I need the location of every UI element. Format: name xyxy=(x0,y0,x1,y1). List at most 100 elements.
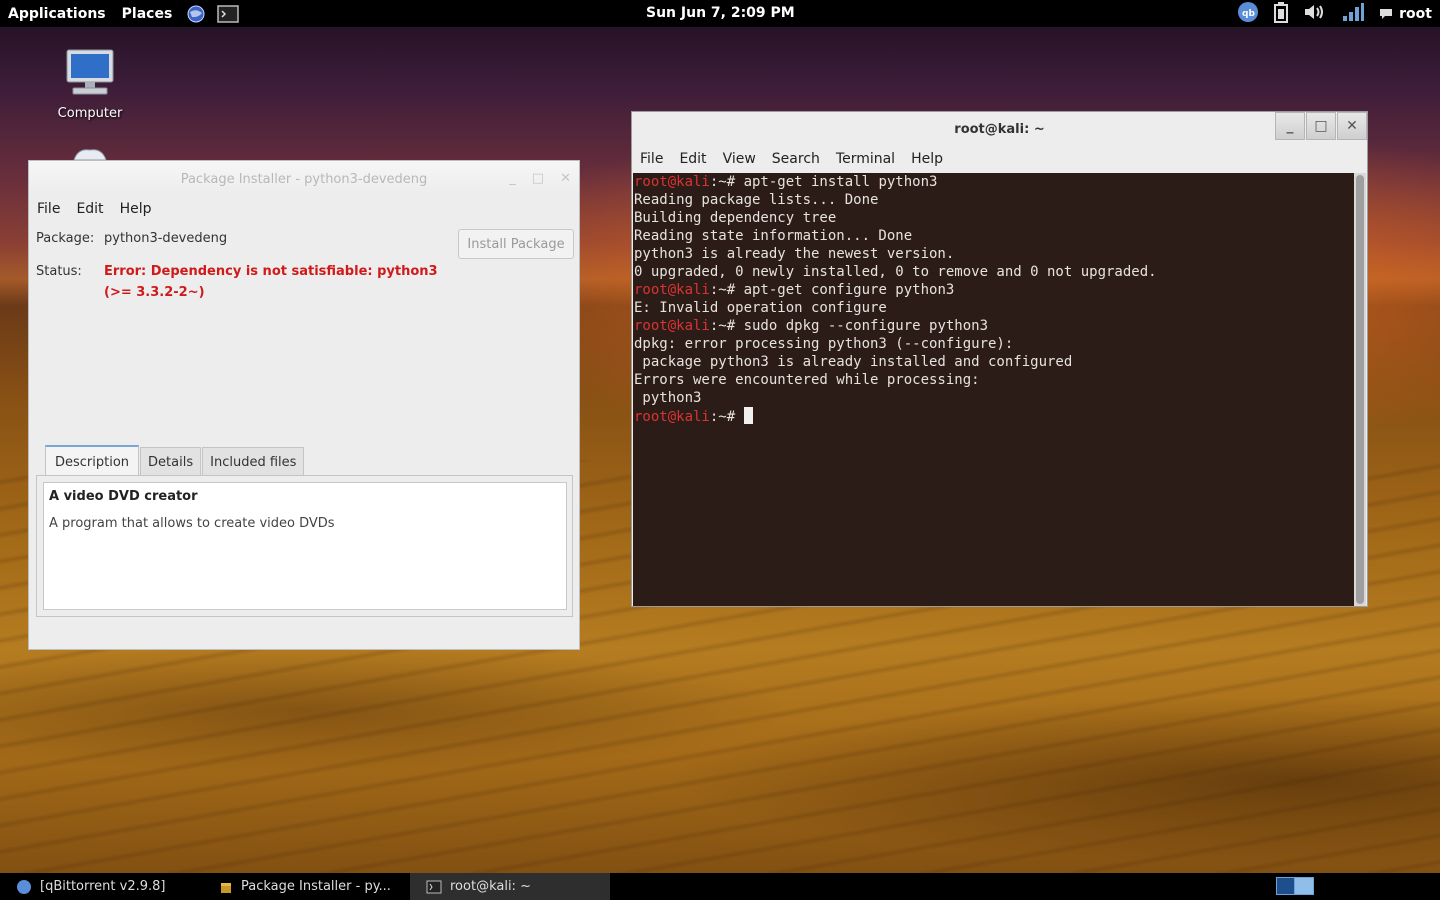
qbittorrent-tray-icon[interactable]: qb xyxy=(1237,1,1259,27)
menu-view[interactable]: View xyxy=(723,151,756,167)
terminal-line: Errors were encountered while processing… xyxy=(634,371,1355,389)
menu-edit[interactable]: Edit xyxy=(679,151,706,167)
menu-help[interactable]: Help xyxy=(120,201,152,217)
terminal-window: root@kali: ~ _ □ ✕ File Edit View Search… xyxy=(631,111,1368,607)
scrollbar-thumb[interactable] xyxy=(1356,175,1364,604)
terminal-line: python3 is already the newest version. xyxy=(634,245,1355,263)
prompt-user: root@kali xyxy=(634,174,710,190)
terminal-line: Reading package lists... Done xyxy=(634,191,1355,209)
description-title: A video DVD creator xyxy=(49,489,198,504)
home-folder-icon xyxy=(73,149,107,161)
terminal-line: root@kali:~# xyxy=(634,407,1355,426)
terminal-title: root@kali: ~ xyxy=(954,121,1045,137)
tab-panel: A video DVD creator A program that allow… xyxy=(36,475,573,617)
terminal-output[interactable]: root@kali:~# apt-get install python3 Read… xyxy=(633,173,1355,606)
terminal-line-text: dpkg: error processing python3 (--config… xyxy=(634,336,1014,352)
status-message: Error: Dependency is not satisfiable: py… xyxy=(104,261,438,303)
taskbar-label: root@kali: ~ xyxy=(450,879,531,894)
desktop-icon-label: Computer xyxy=(57,106,123,121)
svg-text:qb: qb xyxy=(1242,9,1255,19)
tab-included-files[interactable]: Included files xyxy=(202,447,305,477)
taskbar-item-package-installer[interactable]: Package Installer - py... xyxy=(203,873,408,900)
menu-edit[interactable]: Edit xyxy=(76,201,103,217)
status-error-line-1: Error: Dependency is not satisfiable: py… xyxy=(104,264,438,279)
status-label: Status: xyxy=(36,264,82,279)
terminal-line-text: sudo dpkg --configure python3 xyxy=(743,318,989,334)
tab-description[interactable]: Description xyxy=(45,445,140,477)
battery-icon[interactable] xyxy=(1273,1,1289,27)
terminal-cursor xyxy=(743,407,753,424)
prompt-suffix: :~# xyxy=(709,409,744,425)
user-menu[interactable]: root xyxy=(1379,6,1432,22)
taskbar-item-qbittorrent[interactable]: [qBittorrent v2.9.8] xyxy=(0,873,200,900)
workspace-1[interactable] xyxy=(1276,877,1296,895)
workspace-2[interactable] xyxy=(1294,877,1314,895)
qbittorrent-icon xyxy=(17,879,31,894)
desktop-icon-computer[interactable]: Computer xyxy=(50,48,130,121)
terminal-line: dpkg: error processing python3 (--config… xyxy=(634,335,1355,353)
terminal-line-text: 0 upgraded, 0 newly installed, 0 to remo… xyxy=(634,264,1157,280)
description-body: A program that allows to create video DV… xyxy=(49,516,335,531)
terminal-line: 0 upgraded, 0 newly installed, 0 to remo… xyxy=(634,263,1355,281)
terminal-line-text: python3 xyxy=(634,390,702,406)
minimize-icon[interactable]: _ xyxy=(509,171,516,186)
menu-terminal[interactable]: Terminal xyxy=(836,151,895,167)
prompt-user: root@kali xyxy=(634,282,710,298)
menu-file[interactable]: File xyxy=(37,201,60,217)
desktop-icon-partial[interactable] xyxy=(72,148,108,161)
terminal-line: python3 xyxy=(634,389,1355,407)
taskbar-label: Package Installer - py... xyxy=(241,879,391,894)
status-error-line-2: (>= 3.3.2-2~) xyxy=(104,285,205,300)
maximize-icon[interactable]: □ xyxy=(532,171,544,186)
terminal-line-text: apt-get configure python3 xyxy=(743,282,955,298)
web-browser-icon[interactable] xyxy=(185,3,207,25)
terminal-scrollbar[interactable] xyxy=(1354,173,1366,606)
terminal-line-text: Reading package lists... Done xyxy=(634,192,879,208)
terminal-menu-bar: File Edit View Search Terminal Help xyxy=(632,146,1367,172)
prompt-user: root@kali xyxy=(634,318,710,334)
taskbar-label: [qBittorrent v2.9.8] xyxy=(40,879,166,894)
prompt-user: root@kali xyxy=(634,409,710,425)
close-icon[interactable]: ✕ xyxy=(1337,112,1367,140)
terminal-line-text: Errors were encountered while processing… xyxy=(634,372,980,388)
package-installer-window: Package Installer - python3-devedeng _ □… xyxy=(28,160,580,650)
system-tray: qb root xyxy=(1237,0,1440,27)
terminal-line: Reading state information... Done xyxy=(634,227,1355,245)
window-title: Package Installer - python3-devedeng xyxy=(180,171,428,187)
terminal-line-text: package python3 is already installed and… xyxy=(634,354,1073,370)
terminal-icon xyxy=(426,880,442,893)
chat-bubble-icon xyxy=(1380,8,1393,19)
terminal-line-text: Building dependency tree xyxy=(634,210,837,226)
places-menu[interactable]: Places xyxy=(114,6,181,22)
package-label: Package: xyxy=(36,231,95,246)
terminal-line-text: Reading state information... Done xyxy=(634,228,913,244)
applications-menu[interactable]: Applications xyxy=(0,6,114,22)
minimize-icon[interactable]: _ xyxy=(1275,112,1305,140)
terminal-titlebar[interactable]: root@kali: ~ _ □ ✕ xyxy=(632,112,1367,146)
maximize-icon[interactable]: □ xyxy=(1306,112,1336,140)
taskbar-item-terminal[interactable]: root@kali: ~ xyxy=(410,873,610,900)
menu-help[interactable]: Help xyxy=(911,151,943,167)
terminal-launcher-icon[interactable] xyxy=(217,3,240,25)
terminal-line-text: apt-get install python3 xyxy=(743,174,938,190)
terminal-line: E: Invalid operation configure xyxy=(634,299,1355,317)
terminal-line: root@kali:~# sudo dpkg --configure pytho… xyxy=(634,317,1355,335)
prompt-suffix: :~# xyxy=(709,174,744,190)
menu-bar: File Edit Help xyxy=(29,197,579,221)
network-signal-icon[interactable] xyxy=(1341,2,1365,26)
tab-details[interactable]: Details xyxy=(140,447,202,477)
terminal-line: root@kali:~# apt-get install python3 xyxy=(634,173,1355,191)
clock[interactable]: Sun Jun 7, 2:09 PM xyxy=(646,5,795,21)
volume-icon[interactable] xyxy=(1303,2,1327,26)
menu-search[interactable]: Search xyxy=(772,151,820,167)
terminal-line: root@kali:~# apt-get configure python3 xyxy=(634,281,1355,299)
install-package-button[interactable]: Install Package xyxy=(458,229,574,259)
menu-file[interactable]: File xyxy=(640,151,663,167)
prompt-suffix: :~# xyxy=(709,282,744,298)
tab-bar: Description Details Included files xyxy=(45,445,305,477)
package-value: python3-devedeng xyxy=(104,231,228,246)
close-icon[interactable]: ✕ xyxy=(560,171,571,186)
terminal-line-text: python3 is already the newest version. xyxy=(634,246,955,262)
window-titlebar[interactable]: Package Installer - python3-devedeng _ □… xyxy=(29,161,579,197)
description-box: A video DVD creator A program that allow… xyxy=(43,482,567,610)
